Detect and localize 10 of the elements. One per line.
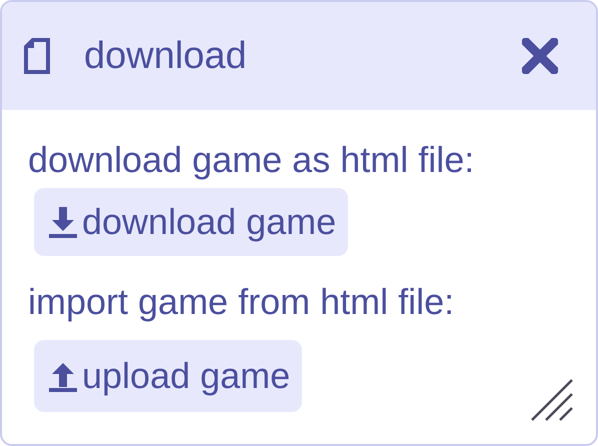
- section-label: import game from html file:: [28, 282, 456, 322]
- window-title: download: [84, 37, 247, 75]
- section-label: download game as html file:: [28, 140, 476, 180]
- close-icon: [522, 38, 558, 74]
- download-button[interactable]: download game: [34, 188, 348, 256]
- upload-button[interactable]: upload game: [34, 340, 302, 412]
- resize-grip-icon: [530, 378, 574, 422]
- download-icon: [46, 205, 80, 239]
- file-icon: [22, 36, 52, 76]
- close-button[interactable]: [520, 36, 560, 76]
